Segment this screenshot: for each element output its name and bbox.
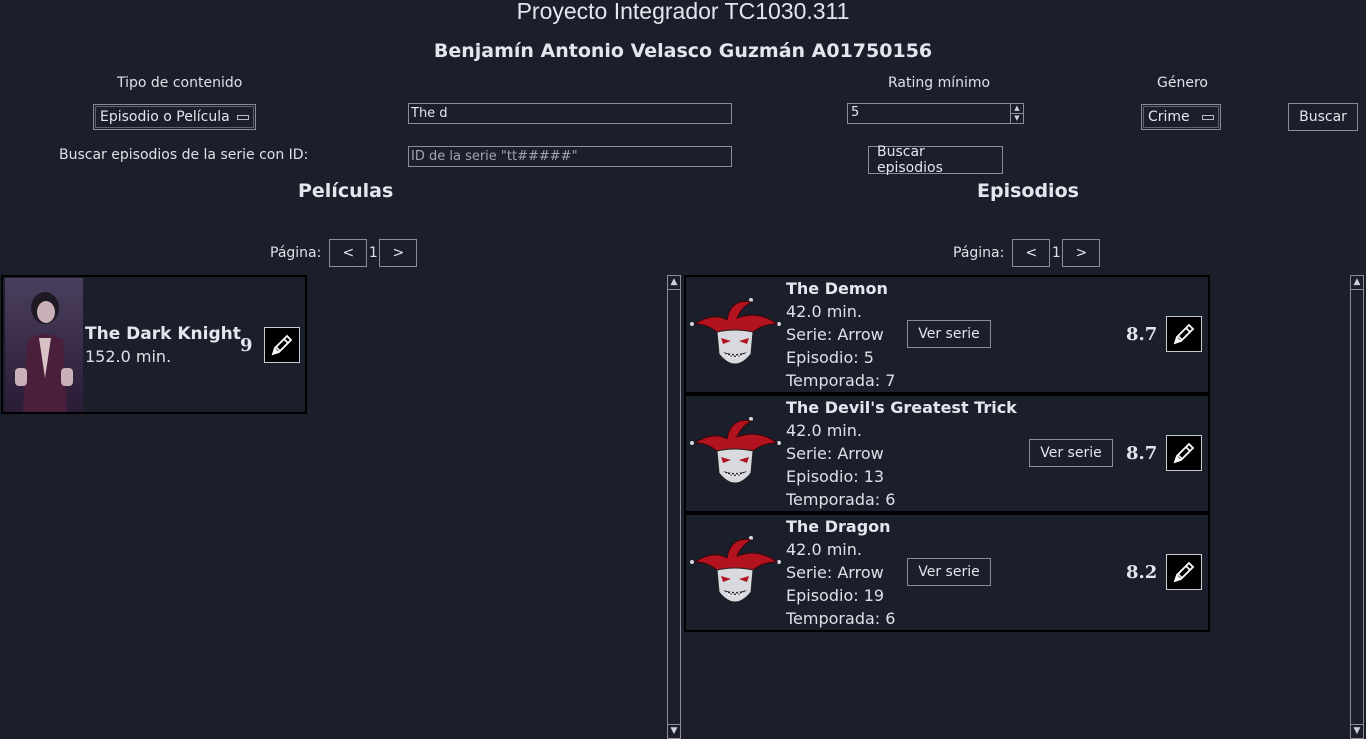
pencil-icon (1173, 323, 1195, 345)
next-page-button[interactable]: > (1062, 239, 1101, 267)
scroll-up-icon[interactable]: ▲ (1351, 276, 1363, 290)
combo-indicator-icon (237, 114, 249, 120)
pagina-label: Página: (270, 245, 322, 261)
combo-indicator-icon (1202, 114, 1214, 120)
scroll-up-icon[interactable]: ▲ (668, 276, 680, 290)
rating-spinner-value: 5 (851, 105, 860, 120)
episode-serie: Serie: Arrow (786, 563, 884, 582)
scroll-down-icon[interactable]: ▼ (668, 724, 680, 738)
ver-serie-button[interactable]: Ver serie (907, 320, 991, 348)
page-number: 1 (368, 245, 378, 261)
episode-card: The Dragon 42.0 min. Serie: Arrow Episod… (684, 513, 1210, 632)
genero-select-value: Crime (1148, 109, 1190, 125)
edit-rating-button[interactable] (1166, 435, 1202, 471)
prev-page-button[interactable]: < (329, 239, 368, 267)
episode-rating: 8.2 (1126, 562, 1158, 583)
jester-icon (687, 413, 783, 493)
next-page-button[interactable]: > (379, 239, 418, 267)
genero-select[interactable]: Crime (1141, 104, 1221, 130)
edit-rating-button[interactable] (1166, 316, 1202, 352)
movie-poster (5, 278, 83, 412)
spinner-down-icon[interactable]: ▼ (1011, 114, 1023, 123)
movie-rating: 9 (240, 335, 253, 356)
movie-duration: 152.0 min. (85, 347, 172, 366)
episode-duration: 42.0 min. (786, 540, 862, 559)
rating-label: Rating mínimo (888, 75, 991, 91)
episode-title: The Dragon (786, 517, 891, 536)
episode-season: Temporada: 6 (786, 490, 896, 509)
prev-page-button[interactable]: < (1012, 239, 1051, 267)
episodios-pager: Página: < 1 > (953, 239, 1101, 267)
peliculas-pager: Página: < 1 > (270, 239, 418, 267)
movie-title: The Dark Knight (85, 324, 241, 344)
episode-serie: Serie: Arrow (786, 444, 884, 463)
buscar-button[interactable]: Buscar (1288, 103, 1358, 131)
spinner-up-icon[interactable]: ▲ (1011, 104, 1023, 114)
episode-rating: 8.7 (1126, 443, 1158, 464)
ver-serie-button[interactable]: Ver serie (907, 558, 991, 586)
buscar-episodios-button[interactable]: Buscar episodios (868, 144, 1003, 176)
episode-season: Temporada: 7 (786, 371, 896, 390)
episode-title: The Devil's Greatest Trick (786, 398, 1017, 417)
episode-serie: Serie: Arrow (786, 325, 884, 344)
serie-id-label: Buscar episodios de la serie con ID: (59, 147, 309, 163)
episode-season: Temporada: 6 (786, 609, 896, 628)
author-subtitle: Benjamín Antonio Velasco Guzmán A0175015… (433, 40, 933, 62)
episode-card: The Demon 42.0 min. Serie: Arrow Episodi… (684, 275, 1210, 394)
episode-card: The Devil's Greatest Trick 42.0 min. Ser… (684, 394, 1210, 513)
episode-rating: 8.7 (1126, 324, 1158, 345)
episodios-heading: Episodios (977, 180, 1079, 202)
peliculas-heading: Películas (298, 180, 394, 202)
rating-spinner[interactable]: 5 ▲ ▼ (847, 103, 1024, 124)
ver-serie-button[interactable]: Ver serie (1029, 439, 1113, 467)
episodios-scrollbar[interactable]: ▲ ▼ (1350, 275, 1364, 739)
episode-duration: 42.0 min. (786, 421, 862, 440)
app-title: Proyecto Integrador TC1030.311 (516, 0, 850, 24)
pagina-label: Página: (953, 245, 1005, 261)
episode-number: Episodio: 19 (786, 586, 885, 605)
episode-duration: 42.0 min. (786, 302, 862, 321)
search-input[interactable] (408, 103, 732, 124)
edit-rating-button[interactable] (264, 327, 300, 363)
genero-label: Género (1157, 75, 1208, 91)
jester-icon (687, 294, 783, 374)
episode-number: Episodio: 5 (786, 348, 874, 367)
edit-rating-button[interactable] (1166, 554, 1202, 590)
episode-number: Episodio: 13 (786, 467, 885, 486)
tipo-select-value: Episodio o Película (100, 109, 230, 125)
pencil-icon (271, 334, 293, 356)
tipo-select[interactable]: Episodio o Película (93, 104, 256, 130)
episode-title: The Demon (786, 279, 888, 298)
peliculas-scrollbar[interactable]: ▲ ▼ (667, 275, 681, 739)
movie-card: The Dark Knight 152.0 min. 9 (1, 275, 307, 414)
page-number: 1 (1051, 245, 1061, 261)
jester-icon (687, 532, 783, 612)
scroll-down-icon[interactable]: ▼ (1351, 724, 1363, 738)
pencil-icon (1173, 442, 1195, 464)
pencil-icon (1173, 561, 1195, 583)
serie-id-input[interactable] (408, 146, 732, 167)
tipo-label: Tipo de contenido (117, 75, 243, 91)
